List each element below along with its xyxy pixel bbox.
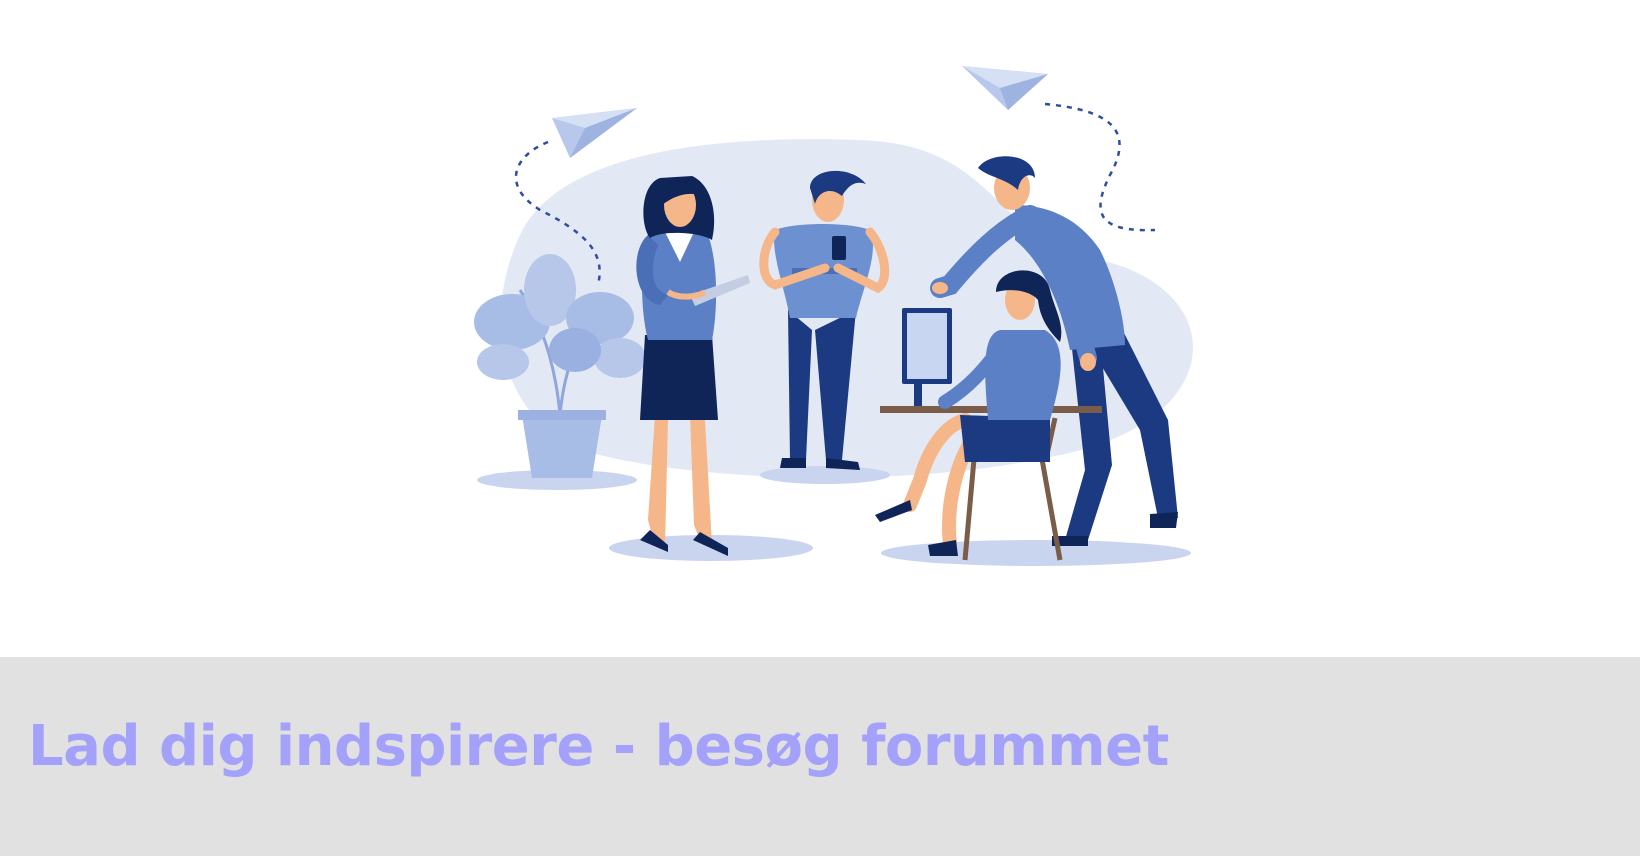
team-office-illustration-icon (474, 66, 1194, 566)
man-center-shadow (760, 466, 890, 484)
desk-group-shadow (881, 540, 1191, 566)
hero-illustration (0, 0, 1640, 657)
visit-forum-link[interactable]: Lad dig indspirere - besøg forummet (28, 712, 1169, 782)
